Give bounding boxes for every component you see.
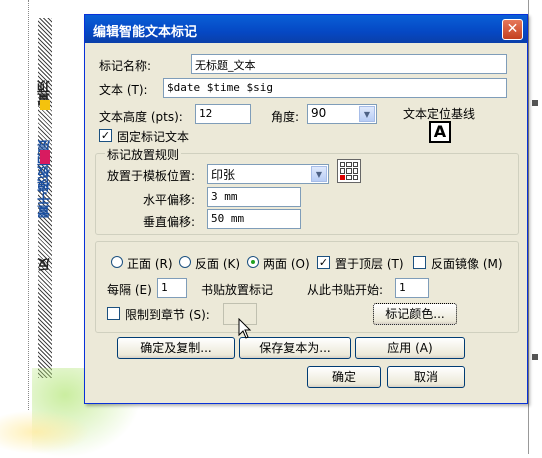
apply-button[interactable]: 应用 (A) [355,337,465,359]
both-sides-label: 两面 (O) [263,257,310,271]
angle-select[interactable]: 90 ▼ [307,104,377,124]
page-border-dotted [28,0,29,410]
bg-color-swatch-magenta [40,150,50,164]
both-sides-radio[interactable] [247,256,259,268]
right-panel-edge [528,0,542,454]
mirror-back-label: 反面镜像 (M) [431,257,503,271]
every-input[interactable]: 1 [157,278,187,298]
every-label: 每隔 (E) [107,283,152,297]
limit-section-label: 限制到章节 (S): [125,308,210,322]
ok-and-copy-button[interactable]: 确定及复制... [117,337,235,359]
mark-color-button[interactable]: 标记颜色... [373,303,457,325]
close-button[interactable]: ✕ [502,19,523,40]
text-height-input[interactable]: 12 [195,104,251,124]
front-side-radio[interactable] [111,256,123,268]
cancel-button[interactable]: 取消 [387,366,465,388]
chevron-down-icon[interactable]: ▼ [359,106,375,122]
place-on-select[interactable]: 印张 ▼ [207,164,329,184]
text-baseline-label: 文本定位基线 [403,107,476,121]
front-side-label: 正面 (R) [127,257,173,271]
bg-vertical-text-3: 反 [38,258,53,271]
fixed-text-checkbox[interactable]: ✓ [99,129,112,142]
back-side-radio[interactable] [179,256,191,268]
h-offset-label: 水平偏移: [143,193,196,207]
save-copy-as-button[interactable]: 保存复本为... [239,337,351,359]
mark-name-label: 标记名称: [99,59,152,73]
back-side-label: 反面 (K) [195,257,241,271]
mark-name-input[interactable]: 无标题_文本 [191,54,507,74]
top-layer-checkbox[interactable]: ✓ [317,256,330,269]
start-signature-label: 从此书贴开始: [307,283,384,297]
bg-highlight-yellow [0,410,90,454]
text-label: 文本 (T): [99,83,148,97]
top-layer-label: 置于顶层 (T) [335,257,404,271]
bg-color-swatch-yellow [40,100,50,110]
position-grid-icon[interactable] [337,159,361,183]
dialog-title: 编辑智能文本标记 [93,25,198,40]
place-on-value: 印张 [211,168,236,182]
fixed-text-label: 固定标记文本 [117,130,190,144]
h-offset-input[interactable]: 3 mm [207,187,301,207]
ok-button[interactable]: 确定 [307,366,381,388]
edit-smart-text-mark-dialog: 编辑智能文本标记 ✕ 标记名称: 无标题_文本 文本 (T): $date $t… [84,14,528,404]
mirror-back-checkbox[interactable] [413,256,426,269]
start-signature-input[interactable]: 1 [395,278,429,298]
limit-section-checkbox[interactable] [107,307,120,320]
angle-label: 角度: [271,110,300,124]
text-height-label: 文本高度 (pts): [99,110,183,124]
v-offset-label: 垂直偏移: [143,215,196,229]
v-offset-input[interactable]: 50 mm [207,209,301,229]
chevron-down-icon[interactable]: ▼ [311,166,327,182]
right-edge-mark [532,354,538,360]
text-baseline-icon[interactable]: A [429,121,451,143]
angle-value: 90 [311,106,327,120]
text-input[interactable]: $date $time $sig [163,78,507,98]
place-on-label: 放置于模板位置: [107,169,196,183]
dialog-titlebar[interactable]: 编辑智能文本标记 ✕ [85,15,527,43]
right-edge-mark [532,100,538,106]
mouse-cursor-icon [238,318,252,339]
placement-rules-title: 标记放置规则 [105,146,182,163]
every-suffix-label: 书贴放置标记 [201,283,274,297]
